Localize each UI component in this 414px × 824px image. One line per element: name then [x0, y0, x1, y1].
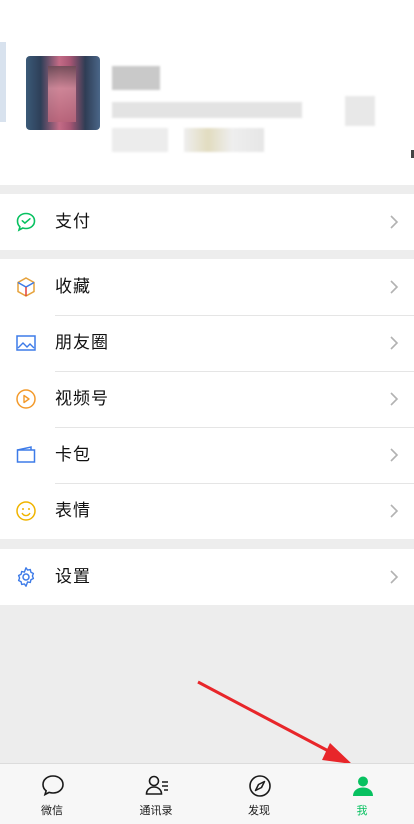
smiley-icon	[16, 501, 36, 521]
menu-item-pay[interactable]: 支付	[0, 194, 414, 250]
menu-item-settings[interactable]: 设置	[0, 549, 414, 605]
chevron-right-icon	[390, 392, 399, 406]
tab-contacts[interactable]: 通讯录	[104, 764, 208, 824]
profile-header[interactable]	[0, 0, 414, 185]
pay-icon	[16, 212, 36, 232]
channels-label: 视频号	[55, 389, 109, 409]
moments-label: 朋友圈	[55, 333, 109, 353]
wallet-icon	[16, 446, 36, 463]
stickers-label: 表情	[55, 501, 91, 521]
tab-chats[interactable]: 微信	[0, 764, 104, 824]
tab-me[interactable]: 我	[310, 764, 414, 824]
menu-group-pay: 支付	[0, 194, 414, 250]
menu-item-favorites[interactable]: 收藏	[0, 259, 414, 315]
person-icon	[353, 776, 373, 796]
cube-icon	[17, 277, 35, 297]
blurred-wechat-id	[112, 102, 302, 118]
settings-label: 设置	[55, 567, 91, 587]
chevron-right-icon	[390, 448, 399, 462]
bottom-tab-bar: 微信 通讯录 发现 我	[0, 763, 414, 824]
menu-item-moments[interactable]: 朋友圈	[0, 315, 414, 371]
play-circle-icon	[16, 389, 36, 409]
tab-label: 发现	[248, 804, 270, 817]
chevron-right-icon	[390, 280, 399, 294]
image-icon	[16, 335, 36, 351]
menu-item-cards[interactable]: 卡包	[0, 427, 414, 483]
tab-label: 通讯录	[139, 804, 173, 817]
blurred-status-extra	[184, 128, 264, 152]
tab-label: 微信	[41, 804, 63, 817]
compass-icon	[249, 775, 271, 797]
menu-group-settings: 设置	[0, 549, 414, 605]
avatar[interactable]	[26, 56, 100, 130]
tab-label: 我	[356, 804, 368, 817]
chevron-right-icon	[390, 570, 399, 584]
contacts-icon	[145, 775, 168, 795]
chevron-right-icon	[390, 504, 399, 518]
menu-item-channels[interactable]: 视频号	[0, 371, 414, 427]
tab-discover[interactable]: 发现	[207, 764, 311, 824]
profile-edge-decoration	[0, 42, 6, 122]
menu-item-stickers[interactable]: 表情	[0, 483, 414, 539]
blurred-nickname	[112, 66, 160, 90]
cards-label: 卡包	[55, 445, 91, 465]
chevron-right-icon	[390, 215, 399, 229]
chevron-right-icon	[390, 336, 399, 350]
blurred-qr-code[interactable]	[345, 96, 375, 126]
gear-icon	[17, 567, 35, 587]
blurred-status	[112, 128, 168, 152]
pay-label: 支付	[55, 212, 91, 232]
menu-group-main: 收藏 朋友圈 视频号 卡包 表情	[0, 259, 414, 539]
favorites-label: 收藏	[55, 277, 91, 297]
chat-bubble-icon	[42, 775, 64, 797]
